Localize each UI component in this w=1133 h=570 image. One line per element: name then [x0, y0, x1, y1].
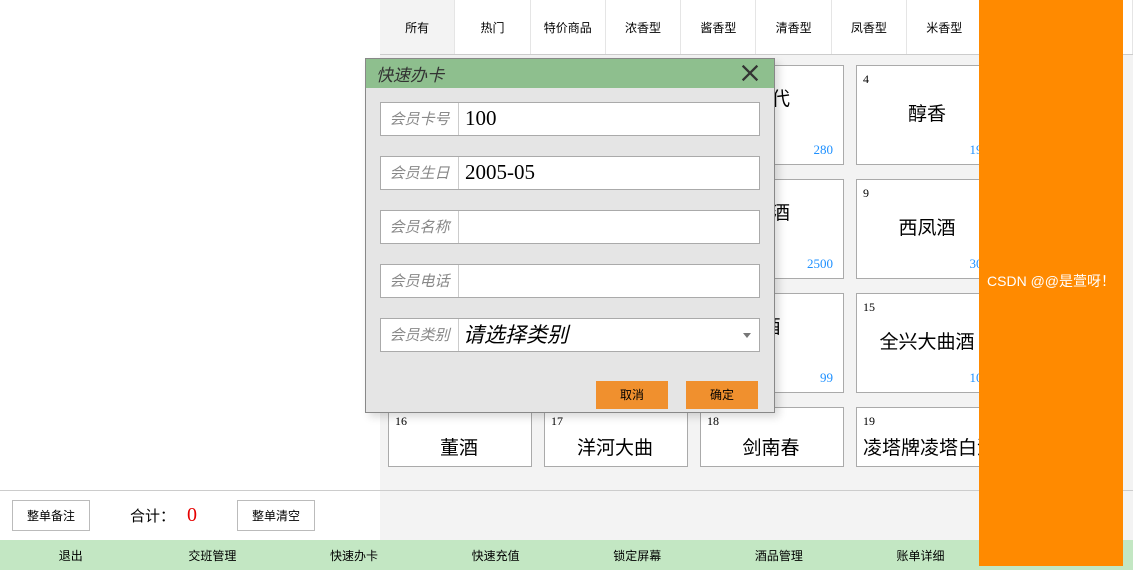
- confirm-button[interactable]: 确定: [686, 381, 758, 409]
- left-blank: [0, 0, 380, 55]
- dialog-header: 快速办卡: [366, 59, 774, 88]
- watermark: CSDN @@是萱呀！: [979, 0, 1123, 566]
- card-number: 9: [863, 186, 991, 201]
- close-icon[interactable]: [736, 59, 764, 87]
- order-clear-button[interactable]: 整单清空: [237, 500, 315, 531]
- total-label: 合计：: [130, 509, 175, 525]
- member-name-input[interactable]: [459, 211, 759, 243]
- total-wrapper: 合计： 0: [130, 504, 197, 527]
- bottom-nav-item[interactable]: 账单详细: [850, 540, 992, 570]
- card-number: 19: [863, 414, 991, 429]
- product-card[interactable]: 16 董酒: [388, 407, 532, 467]
- total-value: 0: [187, 504, 197, 526]
- bottom-nav: 退出交班管理快速办卡快速充值锁定屏幕酒品管理账单详细修改密码: [0, 540, 1133, 570]
- tab-0[interactable]: 所有: [380, 0, 455, 54]
- bottom-nav-item[interactable]: 快速充值: [425, 540, 567, 570]
- phone-input[interactable]: [459, 265, 759, 297]
- tab-7[interactable]: 米香型: [907, 0, 982, 54]
- card-name: 西凤酒: [863, 213, 991, 240]
- card-number: 17: [551, 414, 679, 429]
- birth-label: 会员生日: [381, 157, 459, 189]
- card-name: 剑南春: [707, 433, 835, 460]
- cancel-button[interactable]: 取消: [596, 381, 668, 409]
- bottom-nav-item[interactable]: 退出: [0, 540, 142, 570]
- card-name: 洋河大曲: [551, 433, 679, 460]
- summary-bar: 整单备注 合计： 0 整单清空: [0, 490, 1133, 540]
- card-number: 15: [863, 300, 991, 315]
- card-price: 2500: [807, 256, 833, 272]
- member-name-label: 会员名称: [381, 211, 459, 243]
- bottom-nav-item[interactable]: 交班管理: [142, 540, 284, 570]
- quick-card-dialog: 快速办卡 会员卡号 会员生日 会员名称 会员电话 会员类别 请选择类别: [365, 58, 775, 413]
- card-price: 280: [814, 142, 834, 158]
- card-number: 4: [863, 72, 991, 87]
- card-number: 18: [707, 414, 835, 429]
- tab-2[interactable]: 特价商品: [531, 0, 606, 54]
- birth-input[interactable]: [459, 157, 759, 189]
- card-name: 凌塔牌凌塔白酒: [863, 433, 991, 460]
- tab-3[interactable]: 浓香型: [606, 0, 681, 54]
- card-name: 全兴大曲酒: [863, 327, 991, 354]
- tab-6[interactable]: 凤香型: [832, 0, 907, 54]
- type-select[interactable]: 请选择类别: [459, 319, 759, 351]
- product-card[interactable]: 18 剑南春: [700, 407, 844, 467]
- type-label: 会员类别: [381, 319, 459, 351]
- order-remark-button[interactable]: 整单备注: [12, 500, 90, 531]
- bottom-nav-item[interactable]: 酒品管理: [708, 540, 850, 570]
- card-price: 99: [820, 370, 833, 386]
- card-number: 16: [395, 414, 523, 429]
- tab-4[interactable]: 酱香型: [681, 0, 756, 54]
- tab-5[interactable]: 清香型: [756, 0, 831, 54]
- card-no-input[interactable]: [459, 103, 759, 135]
- tab-1[interactable]: 热门: [455, 0, 530, 54]
- product-card[interactable]: 17 洋河大曲: [544, 407, 688, 467]
- card-no-label: 会员卡号: [381, 103, 459, 135]
- bottom-nav-item[interactable]: 锁定屏幕: [567, 540, 709, 570]
- bottom-nav-item[interactable]: 快速办卡: [283, 540, 425, 570]
- card-name: 董酒: [395, 433, 523, 460]
- dialog-title: 快速办卡: [376, 61, 444, 86]
- phone-label: 会员电话: [381, 265, 459, 297]
- card-name: 醇香: [863, 99, 991, 126]
- order-panel: [0, 55, 380, 490]
